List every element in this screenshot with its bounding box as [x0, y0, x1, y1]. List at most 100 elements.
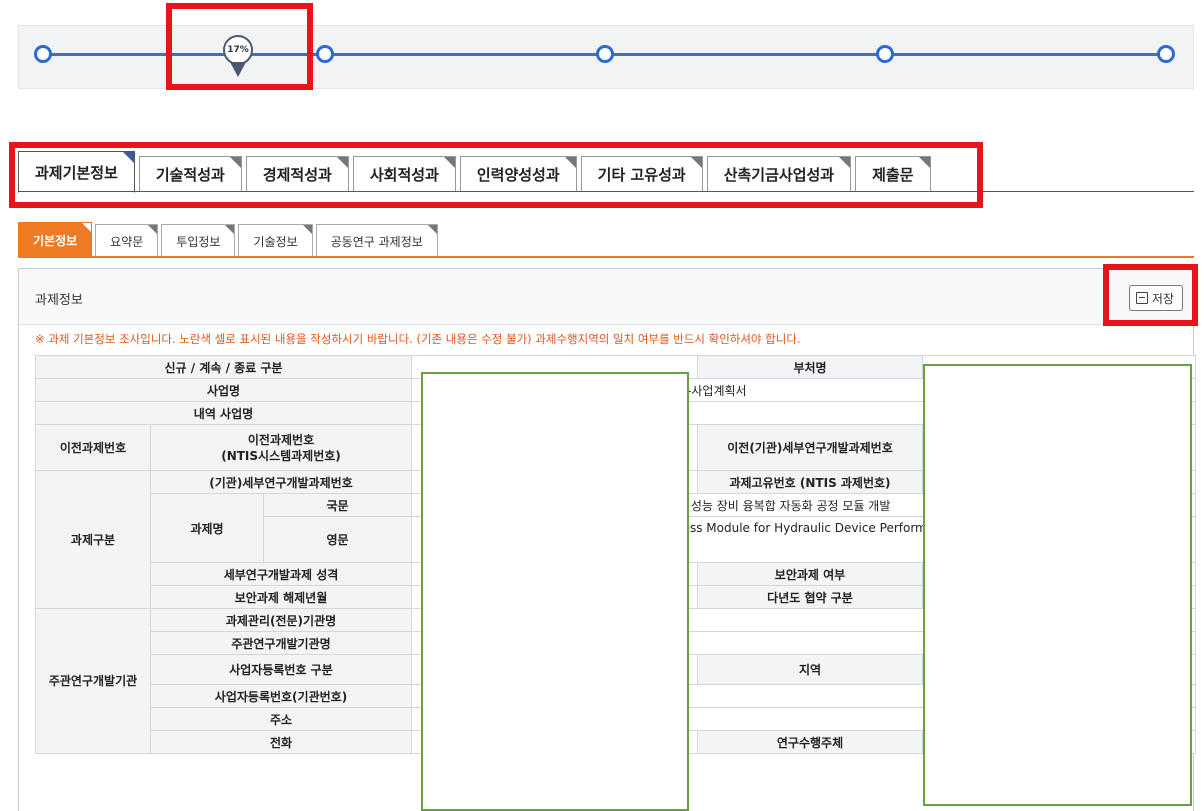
subtab-basic[interactable]: 기본정보 — [18, 222, 93, 257]
row-label: 사업자등록번호(기관번호) — [150, 684, 412, 708]
tab-corner-icon — [225, 225, 235, 234]
group-label: 주관연구개발기관 — [35, 608, 151, 754]
row-label: 내역 사업명 — [35, 401, 412, 425]
sub-tabs: 기본정보 요약문 투입정보 기술정보 공동연구 과제정보 — [18, 221, 441, 257]
task-info-table: 신규 / 계속 / 종료 구분 부처명 사업명 상-사업계획서 내역 사업명 이… — [35, 355, 1196, 754]
row-label: 연구수행주체 — [697, 730, 923, 754]
tab-basic-info[interactable]: 과제기본정보 — [18, 151, 135, 193]
value-cell[interactable] — [922, 562, 1196, 586]
tab-corner-icon — [690, 157, 702, 168]
save-button[interactable]: 저장 — [1128, 285, 1183, 311]
save-label: 저장 — [1151, 291, 1174, 306]
subtab-label: 기본정보 — [33, 233, 78, 248]
table-row: 주관연구개발기관 과제관리(전문)기관명 — [35, 608, 1196, 754]
value-cell[interactable] — [411, 684, 1196, 708]
subtab-label: 투입정보 — [176, 234, 221, 249]
progress-node-1[interactable] — [34, 45, 52, 63]
tab-fund[interactable]: 산촉기금사업성과 — [706, 156, 852, 192]
value-cell[interactable] — [411, 424, 698, 471]
row-label: 전화 — [150, 730, 412, 754]
tab-label: 산촉기금사업성과 — [723, 166, 835, 184]
tab-technical[interactable]: 기술적성과 — [138, 156, 242, 192]
row-label: 보안과제 여부 — [697, 562, 923, 586]
value-cell[interactable]: 스 성능 장비 융복합 자동화 공정 모듈 개발 — [411, 493, 1196, 517]
value-cell[interactable] — [922, 470, 1196, 494]
value-cell[interactable]: cess Module for Hydraulic Device Perform — [411, 516, 1196, 563]
tab-economic[interactable]: 경제적성과 — [245, 156, 349, 192]
group-label: 이전과제번호 — [35, 424, 151, 471]
progress-node-4[interactable] — [876, 45, 894, 63]
save-icon — [1135, 292, 1148, 304]
progress-node-3[interactable] — [596, 45, 614, 63]
table-row: 전화 연구수행주체 — [36, 730, 1196, 754]
table-row: 사업자등록번호 구분 지역 — [36, 654, 1196, 685]
value-cell[interactable] — [922, 730, 1196, 754]
row-label: 과제명 — [150, 493, 264, 563]
row-label: 사업자등록번호 구분 — [150, 654, 412, 685]
progress-bar: 17% — [18, 25, 1194, 89]
value-cell[interactable] — [411, 401, 1196, 425]
tab-label: 과제기본정보 — [35, 163, 118, 182]
tab-other[interactable]: 기타 고유성과 — [580, 156, 703, 192]
value-cell[interactable] — [922, 585, 1196, 609]
value-cell[interactable] — [411, 608, 1196, 632]
subtab-input[interactable]: 투입정보 — [161, 224, 236, 257]
progress-percent: 17% — [227, 45, 249, 55]
table-row: 사업자등록번호(기관번호) — [36, 684, 1196, 708]
value-cell[interactable] — [411, 631, 1196, 655]
table-row: 과제명 국문 스 성능 장비 융복합 자동화 공정 모듈 개발 — [36, 493, 1196, 563]
table-row: 과제구분 (기관)세부연구개발과제번호 과제고유번호 (NTIS 과제번호) — [35, 470, 1196, 609]
tab-submission[interactable]: 제출문 — [855, 156, 931, 192]
table-row: 이전과제번호 이전과제번호 (NTIS시스템과제번호) 이전(기관)세부연구개발… — [35, 424, 1196, 471]
tab-social[interactable]: 사회적성과 — [352, 156, 456, 192]
table-row: 주관연구개발기관명 — [36, 631, 1196, 655]
row-label: 부처명 — [697, 355, 923, 379]
value-cell[interactable] — [922, 424, 1196, 471]
tab-label: 기술적성과 — [155, 166, 225, 184]
row-label: 세부연구개발과제 성격 — [150, 562, 412, 586]
table-row: 내역 사업명 — [35, 401, 1196, 425]
value-cell[interactable] — [922, 654, 1196, 685]
tab-label: 경제적성과 — [262, 166, 332, 184]
tab-corner-icon — [427, 225, 437, 234]
row-label: 과제고유번호 (NTIS 과제번호) — [697, 470, 923, 494]
tab-corner-icon — [443, 157, 455, 168]
notice-text: ※ 과제 기본정보 조사입니다. 노란색 셀로 표시된 내용을 작성하시기 바랍… — [35, 332, 801, 346]
table-row: 주소 — [36, 707, 1196, 731]
sub-tabs-divider — [18, 256, 1194, 258]
tab-label: 기타 고유성과 — [597, 166, 686, 184]
tab-label: 제출문 — [872, 166, 914, 184]
row-label: (기관)세부연구개발과제번호 — [150, 470, 412, 494]
value-cell[interactable] — [411, 562, 698, 586]
value-cell[interactable] — [411, 585, 698, 609]
panel-header: 과제정보 저장 — [19, 269, 1193, 325]
value-cell[interactable] — [411, 470, 698, 494]
tab-corner-icon — [82, 223, 92, 232]
tab-label: 사회적성과 — [369, 166, 439, 184]
subtab-label: 기술정보 — [253, 234, 298, 249]
value-cell[interactable] — [922, 355, 1196, 379]
row-label: 국문 — [263, 493, 412, 517]
subtab-tech[interactable]: 기술정보 — [238, 224, 313, 257]
tab-manpower[interactable]: 인력양성성과 — [459, 156, 577, 192]
value-cell[interactable] — [411, 654, 698, 685]
subtab-summary[interactable]: 요약문 — [95, 224, 159, 257]
row-label: 신규 / 계속 / 종료 구분 — [35, 355, 412, 379]
progress-node-2[interactable] — [316, 45, 334, 63]
table-row: 세부연구개발과제 성격 보안과제 여부 — [36, 562, 1196, 586]
table-row: 신규 / 계속 / 종료 구분 부처명 — [35, 355, 1196, 379]
panel-title: 과제정보 — [35, 293, 83, 308]
subtab-joint[interactable]: 공동연구 과제정보 — [315, 224, 438, 257]
row-label: 보안과제 해제년월 — [150, 585, 412, 609]
group-label: 과제구분 — [35, 470, 151, 609]
subtab-label: 공동연구 과제정보 — [330, 234, 423, 249]
row-label: 이전(기관)세부연구개발과제번호 — [697, 424, 923, 471]
row-label: 영문 — [263, 516, 412, 563]
value-cell[interactable] — [411, 355, 698, 379]
value-cell[interactable] — [411, 730, 698, 754]
value-cell[interactable]: 상-사업계획서 — [411, 378, 1196, 402]
tab-corner-icon — [839, 157, 851, 168]
progress-node-5[interactable] — [1157, 45, 1175, 63]
tab-label: 인력양성성과 — [476, 166, 560, 184]
value-cell[interactable] — [411, 707, 1196, 731]
